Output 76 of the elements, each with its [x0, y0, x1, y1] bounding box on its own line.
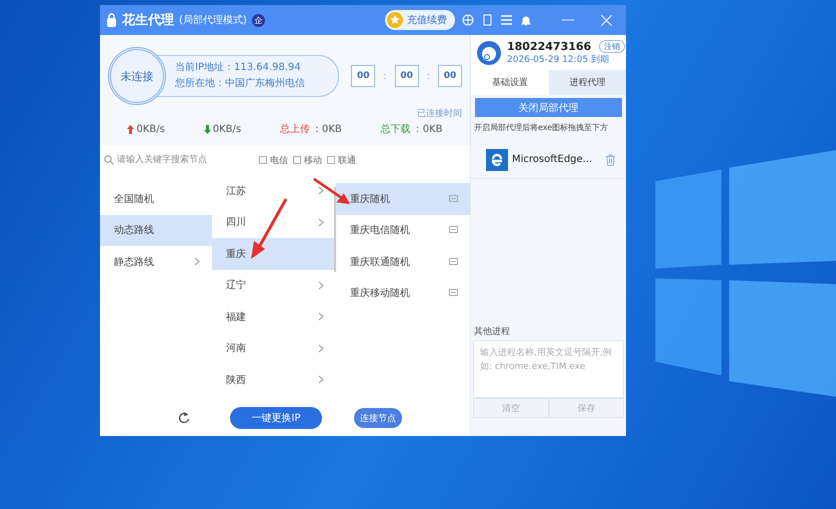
pointer-arrow-drawing: [248, 197, 288, 261]
timer-colon: :: [426, 70, 430, 82]
message-icon: [449, 258, 458, 266]
settings-tab[interactable]: 基础设置: [471, 70, 548, 95]
search-icon: [104, 155, 114, 165]
province-item[interactable]: 四川: [212, 206, 336, 238]
province-item[interactable]: 福建: [212, 301, 336, 332]
avatar-icon: [477, 40, 501, 64]
province-item[interactable]: 陕西: [212, 364, 336, 396]
node-item[interactable]: 重庆电信随机: [336, 214, 470, 246]
message-icon: [449, 289, 458, 298]
connect-node-button[interactable]: 连接节点: [354, 408, 402, 428]
speed-value: 0KB/s: [212, 124, 242, 134]
chevron-right-icon: [318, 344, 324, 353]
pointer-arrow-drawing: [312, 177, 352, 206]
connected-time-label: 已连接时间: [417, 108, 462, 120]
location-text: 您所在地：中国广东梅州电信: [175, 76, 306, 90]
timer-digits: 00: [351, 65, 376, 87]
proxy-mode-label: (局部代理模式): [179, 14, 247, 27]
app-title: 花生代理: [122, 12, 174, 29]
province-item[interactable]: 重庆: [212, 238, 336, 270]
other-processes-label: 其他进程: [473, 326, 511, 339]
minimize-icon[interactable]: [560, 19, 576, 21]
phone-number: 18022473166: [507, 40, 592, 52]
timer-colon: :: [383, 70, 387, 82]
route-type-item[interactable]: 全国随机: [100, 183, 212, 214]
message-icon: [449, 194, 458, 203]
isp-checkbox[interactable]: 移动: [293, 154, 322, 166]
chevron-right-icon: [318, 218, 324, 227]
change-ip-button[interactable]: 一键更换IP: [230, 407, 322, 429]
route-type-item[interactable]: 动态路线: [100, 214, 212, 246]
chevron-right-icon: [318, 375, 324, 384]
search-field[interactable]: 请输入关键字搜索节点: [117, 152, 254, 168]
total-value: ：0KB: [312, 123, 342, 136]
tablet-icon[interactable]: [481, 14, 494, 26]
up-arrow-icon: [127, 124, 134, 134]
drag-hint-text: 开启局部代理后将exe图标拖拽至下方: [473, 122, 610, 133]
province-item[interactable]: 辽宁: [212, 270, 336, 301]
logout-button[interactable]: 注销: [599, 40, 626, 52]
chevron-right-icon: [318, 312, 324, 322]
province-item[interactable]: 河南: [212, 332, 336, 364]
province-item[interactable]: 江苏: [212, 175, 336, 206]
total-label: 总上传: [280, 122, 310, 136]
process-input-field[interactable]: 输入进程名称,用英文逗号隔开,例如: chrome.exe,TIM.exe: [473, 340, 624, 398]
isp-checkbox[interactable]: 联通: [327, 154, 356, 166]
refresh-icon[interactable]: [178, 412, 190, 424]
trash-icon[interactable]: [605, 154, 616, 166]
app-name: MicrosoftEdge...: [512, 154, 594, 165]
browser-logo-icon: [486, 148, 508, 170]
timer-digits: 00: [438, 65, 462, 87]
node-item[interactable]: 重庆随机: [336, 183, 470, 214]
node-item[interactable]: 重庆移动随机: [336, 278, 470, 309]
isp-checkbox[interactable]: 电信: [259, 154, 288, 166]
close-icon[interactable]: [599, 14, 614, 26]
recharge-button[interactable]: 充值续费: [385, 10, 455, 30]
globe-icon[interactable]: [460, 14, 476, 26]
route-type-item[interactable]: 静态路线: [100, 246, 212, 278]
settings-tab[interactable]: 进程代理: [548, 70, 626, 95]
bell-icon[interactable]: [519, 14, 533, 26]
chevron-right-icon: [194, 257, 200, 266]
speed-value: 0KB/s: [136, 124, 165, 134]
chevron-right-icon: [318, 280, 324, 290]
node-item[interactable]: 重庆联通随机: [336, 246, 470, 278]
connection-status[interactable]: 未连接: [108, 47, 166, 105]
total-label: 总下载: [380, 122, 411, 136]
expiry-text: 2026-05-29 12:05 到期: [507, 54, 610, 66]
lock-logo-icon: [106, 13, 117, 27]
app-item[interactable]: MicrosoftEdge...: [471, 141, 626, 179]
menu-icon[interactable]: [499, 15, 514, 25]
down-arrow-icon: [204, 124, 211, 134]
chevron-right-icon: [318, 186, 324, 196]
total-value: ：0KB: [412, 123, 442, 136]
timer-digits: 00: [394, 65, 419, 87]
message-icon: [449, 226, 458, 234]
current-ip-text: 当前IP地址：113.64.98.94: [175, 60, 302, 74]
enterprise-badge: 企: [252, 14, 265, 26]
